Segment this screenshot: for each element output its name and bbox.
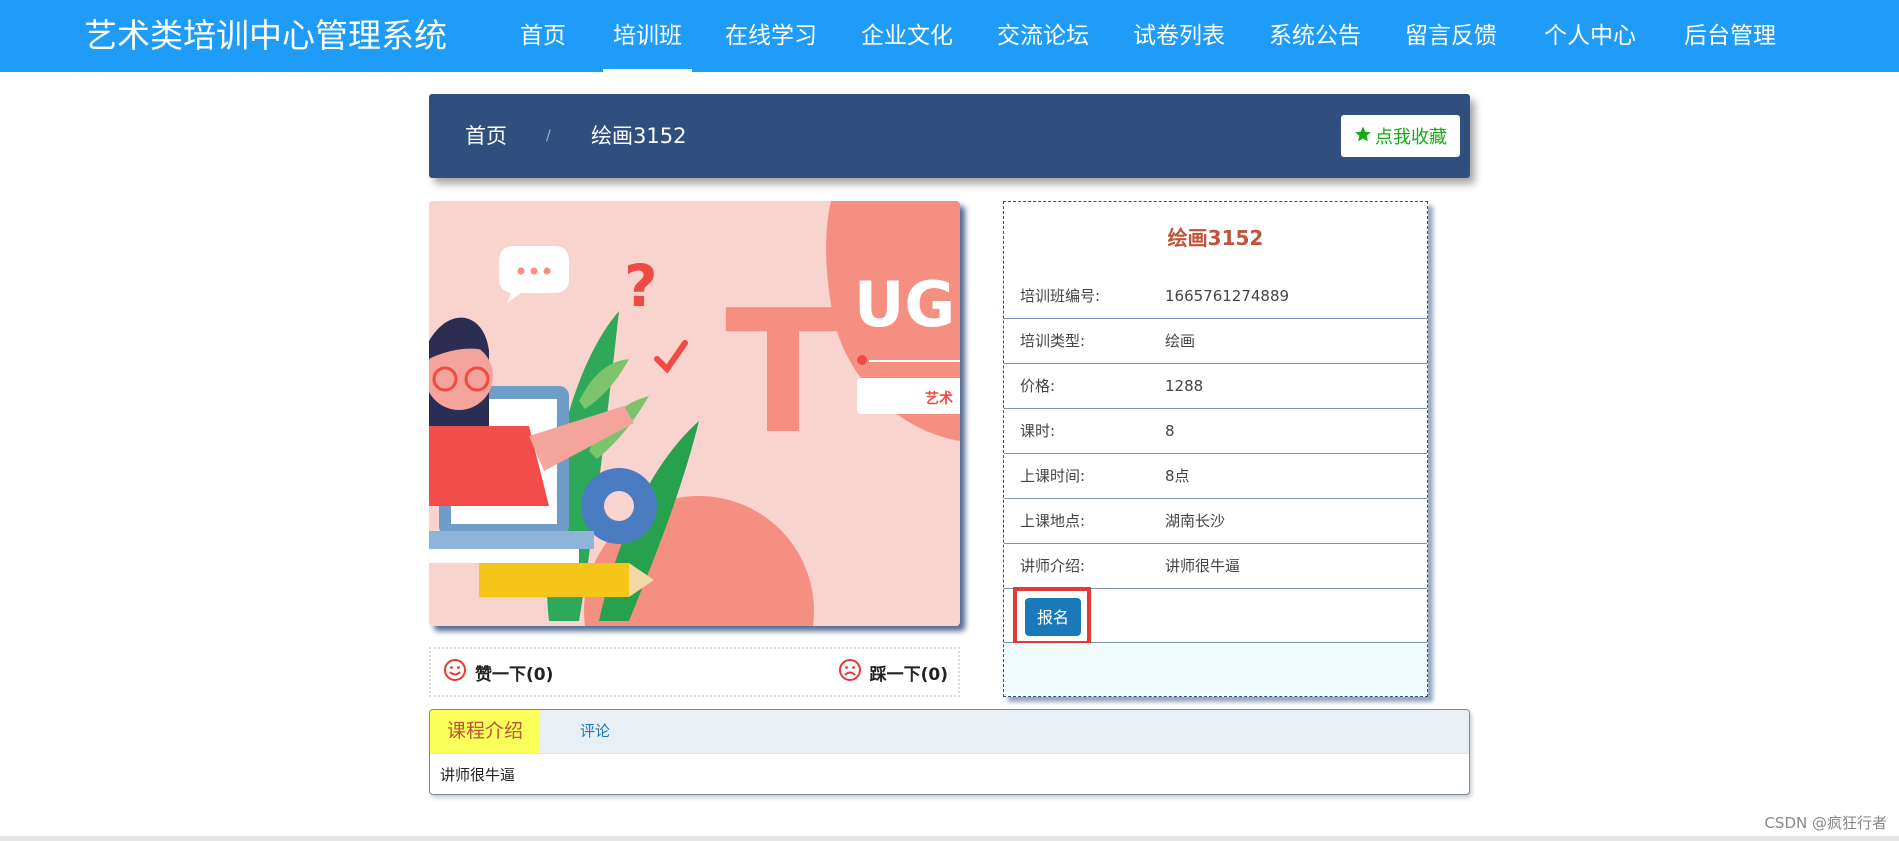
top-navbar: 艺术类培训中心管理系统 首页 培训班 在线学习 企业文化 交流论坛 试卷列表 系… [0, 0, 1899, 72]
nav-item-online-learning[interactable]: 在线学习 [725, 0, 817, 72]
breadcrumb-current: 绘画3152 [591, 124, 687, 148]
site-title: 艺术类培训中心管理系统 [84, 16, 447, 55]
detail-value: 8 [1165, 422, 1175, 440]
detail-panel-footer [1004, 643, 1427, 696]
watermark: CSDN @疯狂行者 [1764, 814, 1887, 832]
detail-value: 1665761274889 [1165, 287, 1290, 305]
nav-item-profile[interactable]: 个人中心 [1544, 0, 1636, 72]
course-detail-panel: 绘画3152 培训班编号: 1665761274889 培训类型: 绘画 价格:… [1003, 201, 1428, 697]
nav-item-exam-list[interactable]: 试卷列表 [1133, 0, 1225, 72]
detail-value: 湖南长沙 [1165, 512, 1226, 530]
breadcrumb-home-link[interactable]: 首页 [465, 94, 507, 178]
breadcrumb: 首页 / 绘画3152 点我收藏 [429, 94, 1470, 178]
signup-row: 报名 [1004, 587, 1427, 645]
nav-item-announcements[interactable]: 系统公告 [1269, 0, 1361, 72]
tab-bar: 课程介绍 评论 [430, 710, 1469, 754]
detail-label: 课时: [1020, 422, 1056, 440]
detail-row-type: 培训类型: 绘画 [1004, 319, 1427, 364]
tab-content-text: 讲师很牛逼 [440, 766, 516, 784]
detail-label: 上课地点: [1020, 512, 1086, 530]
detail-row-price: 价格: 1288 [1004, 364, 1427, 409]
tab-course-intro[interactable]: 课程介绍 [430, 710, 540, 753]
detail-label: 培训类型: [1020, 332, 1086, 350]
favorite-label: 点我收藏 [1375, 127, 1447, 148]
nav-item-forum[interactable]: 交流论坛 [997, 0, 1089, 72]
like-label: 赞一下(0) [475, 664, 554, 685]
course-tabs: 课程介绍 评论 讲师很牛逼 [429, 709, 1470, 795]
nav-item-feedback[interactable]: 留言反馈 [1405, 0, 1497, 72]
nav-item-corporate-culture[interactable]: 企业文化 [861, 0, 953, 72]
frown-icon [838, 658, 862, 687]
detail-label: 上课时间: [1020, 467, 1086, 485]
vote-bar: 赞一下(0) 踩一下(0) [429, 647, 960, 697]
smile-icon [443, 658, 467, 687]
detail-value: 绘画 [1165, 332, 1196, 350]
course-title: 绘画3152 [1167, 226, 1264, 250]
signup-button[interactable]: 报名 [1025, 598, 1081, 636]
svg-text:T: T [725, 274, 841, 472]
detail-label: 价格: [1020, 377, 1056, 395]
nav-item-admin[interactable]: 后台管理 [1684, 0, 1776, 72]
detail-row-hours: 课时: 8 [1004, 409, 1427, 454]
nav-item-training-class[interactable]: 培训班 [603, 0, 692, 72]
detail-value: 1288 [1165, 377, 1204, 395]
detail-label: 培训班编号: [1020, 287, 1101, 305]
favorite-button[interactable]: 点我收藏 [1341, 115, 1460, 157]
like-button[interactable]: 赞一下(0) [443, 649, 553, 695]
svg-text:艺术: 艺术 [925, 390, 953, 407]
star-icon [1354, 125, 1372, 148]
dislike-label: 踩一下(0) [869, 664, 948, 685]
breadcrumb-separator: / [546, 128, 551, 144]
nav-item-home[interactable]: 首页 [520, 0, 566, 72]
tab-comments[interactable]: 评论 [580, 710, 610, 753]
detail-row-class-time: 上课时间: 8点 [1004, 454, 1427, 499]
detail-value: 讲师很牛逼 [1165, 557, 1241, 575]
page-bottom-divider [0, 836, 1899, 841]
dislike-button[interactable]: 踩一下(0) [838, 649, 948, 695]
course-image: ? T UG 艺术 [429, 201, 960, 626]
detail-row-teacher-intro: 讲师介绍: 讲师很牛逼 [1004, 544, 1427, 589]
detail-label: 讲师介绍: [1020, 557, 1086, 575]
detail-row-class-id: 培训班编号: 1665761274889 [1004, 274, 1427, 319]
detail-value: 8点 [1165, 467, 1190, 485]
detail-row-location: 上课地点: 湖南长沙 [1004, 499, 1427, 544]
svg-text:?: ? [624, 252, 658, 320]
svg-text:UG: UG [854, 268, 955, 341]
